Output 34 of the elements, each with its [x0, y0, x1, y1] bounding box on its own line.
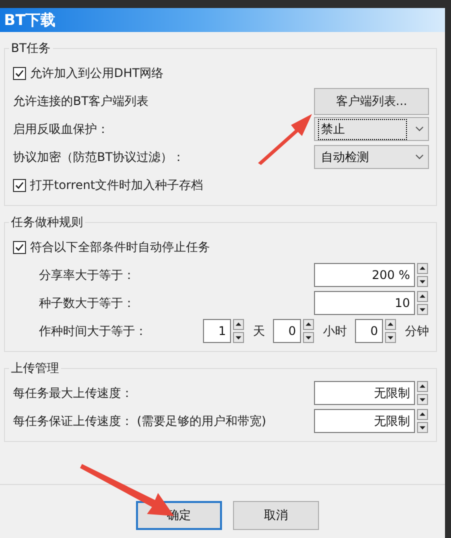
window-title: BT下载	[0, 8, 445, 32]
number-field[interactable]: 无限制	[314, 409, 415, 433]
unit-label: 天	[253, 322, 265, 340]
number-field[interactable]: 10	[314, 291, 415, 315]
number-field[interactable]: 1	[203, 319, 231, 343]
group-title: 任务做种规则	[10, 214, 84, 231]
field-label: 作种时间大于等于：	[39, 322, 147, 340]
dropdown[interactable]: 禁止	[314, 117, 429, 141]
field-label: 每任务保证上传速度： (需要足够的用户和带宽)	[13, 412, 266, 430]
unit-label: 分钟	[405, 322, 429, 340]
checkbox[interactable]	[13, 66, 26, 80]
field-label: 分享率大于等于：	[39, 266, 135, 284]
group-title: BT任务	[10, 40, 52, 57]
number-field[interactable]: 0	[355, 319, 383, 343]
number-field[interactable]: 200 %	[314, 263, 415, 287]
field-label: 允许连接的BT客户端列表	[13, 92, 149, 110]
field-label: 启用反吸血保护：	[13, 120, 109, 138]
field-label: 协议加密（防范BT协议过滤）：	[13, 148, 185, 166]
group-title: 上传管理	[10, 360, 60, 377]
dropdown[interactable]: 自动检测	[314, 145, 429, 169]
unit-label: 小时	[323, 322, 347, 340]
client-list-button[interactable]: 客户端列表...	[314, 88, 429, 114]
checkbox-label: 允许加入到公用DHT网络	[30, 64, 164, 82]
dialog-button[interactable]: 取消	[233, 501, 319, 530]
chevron-down-icon	[415, 126, 424, 132]
chevron-down-icon	[415, 154, 424, 160]
field-label: 种子数大于等于：	[39, 294, 135, 312]
checkbox[interactable]	[13, 240, 26, 254]
number-field[interactable]: 无限制	[314, 381, 415, 405]
field-label: 每任务最大上传速度：	[13, 384, 133, 402]
checkbox[interactable]	[13, 178, 26, 192]
checkbox-label: 打开torrent文件时加入种子存档	[30, 176, 204, 194]
checkbox-label: 符合以下全部条件时自动停止任务	[30, 238, 210, 256]
number-field[interactable]: 0	[273, 319, 301, 343]
